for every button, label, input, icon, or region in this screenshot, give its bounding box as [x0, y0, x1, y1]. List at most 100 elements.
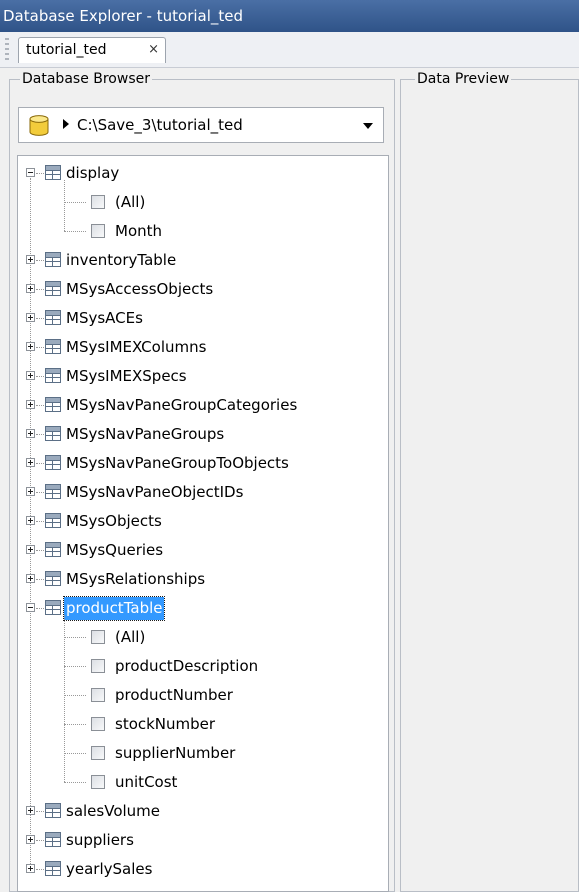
expand-icon[interactable] — [26, 545, 35, 554]
table-tree[interactable]: display (All) Month inventoryTable MSysAcces… — [17, 155, 389, 892]
tree-table-row[interactable]: inventoryTable — [18, 246, 388, 275]
tree-connector — [64, 695, 86, 696]
expand-icon[interactable] — [26, 487, 35, 496]
table-icon — [45, 310, 61, 325]
tree-field-row[interactable]: (All) — [18, 623, 388, 652]
table-name: display — [66, 164, 120, 182]
table-icon — [45, 513, 61, 528]
document-tab-bar: tutorial_ted × — [0, 32, 579, 68]
field-name: stockNumber — [115, 715, 216, 733]
field-checkbox[interactable] — [91, 775, 105, 789]
database-icon — [29, 115, 49, 136]
table-name: MSysIMEXColumns — [66, 338, 207, 356]
table-icon — [45, 571, 61, 586]
expand-icon[interactable] — [26, 400, 35, 409]
expand-icon[interactable] — [26, 313, 35, 322]
field-checkbox[interactable] — [91, 224, 105, 238]
table-name: MSysObjects — [66, 512, 162, 530]
table-icon — [45, 165, 61, 180]
expand-icon[interactable] — [26, 458, 35, 467]
tree-connector — [36, 260, 44, 261]
tree-table-row[interactable]: productTable — [18, 594, 388, 623]
tree-table-row[interactable]: MSysNavPaneObjectIDs — [18, 478, 388, 507]
tree-connector — [36, 840, 44, 841]
tree-field-row[interactable]: supplierNumber — [18, 739, 388, 768]
tree-connector — [36, 376, 44, 377]
table-icon — [45, 455, 61, 470]
tree-field-row[interactable]: (All) — [18, 188, 388, 217]
table-name: inventoryTable — [66, 251, 177, 269]
tree-connector — [64, 753, 86, 754]
tree-table-row[interactable]: MSysIMEXColumns — [18, 333, 388, 362]
field-checkbox[interactable] — [91, 746, 105, 760]
expand-icon[interactable] — [26, 516, 35, 525]
tree-connector — [36, 347, 44, 348]
data-source-select[interactable]: C:\Save_3\tutorial_ted — [18, 107, 384, 143]
tree-table-row[interactable]: MSysIMEXSpecs — [18, 362, 388, 391]
table-name: MSysIMEXSpecs — [66, 367, 187, 385]
tree-table-row[interactable]: MSysQueries — [18, 536, 388, 565]
table-name: MSysAccessObjects — [66, 280, 214, 298]
expand-icon[interactable] — [26, 835, 35, 844]
tree-connector — [36, 492, 44, 493]
expand-icon[interactable] — [26, 864, 35, 873]
expand-icon[interactable] — [26, 429, 35, 438]
table-icon — [45, 803, 61, 818]
tree-table-row[interactable]: salesVolume — [18, 797, 388, 826]
tree-connector — [64, 637, 86, 638]
field-checkbox[interactable] — [91, 659, 105, 673]
tree-connector — [36, 869, 44, 870]
tree-field-row[interactable]: stockNumber — [18, 710, 388, 739]
tree-connector — [36, 521, 44, 522]
tree-table-row[interactable]: yearlySales — [18, 855, 388, 884]
tree-connector — [64, 202, 86, 203]
tree-table-row[interactable]: display — [18, 159, 388, 188]
field-checkbox[interactable] — [91, 630, 105, 644]
table-icon — [45, 832, 61, 847]
field-checkbox[interactable] — [91, 688, 105, 702]
table-icon — [45, 861, 61, 876]
table-name: MSysNavPaneObjectIDs — [66, 483, 244, 501]
field-name: (All) — [115, 193, 146, 211]
tab-tutorial-ted[interactable]: tutorial_ted × — [18, 37, 166, 63]
tree-table-row[interactable]: MSysRelationships — [18, 565, 388, 594]
data-preview-title: Data Preview — [415, 70, 512, 88]
chevron-down-icon[interactable] — [363, 123, 373, 129]
collapse-icon[interactable] — [26, 168, 35, 177]
field-checkbox[interactable] — [91, 717, 105, 731]
tree-table-row[interactable]: suppliers — [18, 826, 388, 855]
field-name: unitCost — [115, 773, 178, 791]
data-preview-panel: Data Preview — [400, 70, 579, 892]
tree-table-row[interactable]: MSysAccessObjects — [18, 275, 388, 304]
tree-field-row[interactable]: productDescription — [18, 652, 388, 681]
expand-icon[interactable] — [26, 806, 35, 815]
table-icon — [45, 368, 61, 383]
collapse-icon[interactable] — [26, 603, 35, 612]
tree-table-row[interactable]: MSysNavPaneGroupCategories — [18, 391, 388, 420]
table-name: yearlySales — [66, 860, 153, 878]
expand-icon[interactable] — [26, 255, 35, 264]
tree-field-row[interactable]: unitCost — [18, 768, 388, 797]
field-name: productDescription — [115, 657, 259, 675]
expand-icon[interactable] — [26, 284, 35, 293]
tree-field-row[interactable]: productNumber — [18, 681, 388, 710]
breadcrumb-arrow-icon — [63, 119, 69, 129]
table-icon — [45, 397, 61, 412]
table-name: suppliers — [66, 831, 134, 849]
expand-icon[interactable] — [26, 574, 35, 583]
field-checkbox[interactable] — [91, 195, 105, 209]
tree-connector — [36, 318, 44, 319]
expand-icon[interactable] — [26, 371, 35, 380]
window-title: Database Explorer - tutorial_ted — [3, 7, 244, 25]
tree-field-row[interactable]: Month — [18, 217, 388, 246]
tree-table-row[interactable]: MSysNavPaneGroupToObjects — [18, 449, 388, 478]
tree-connector — [36, 463, 44, 464]
tree-table-row[interactable]: MSysObjects — [18, 507, 388, 536]
table-icon — [45, 339, 61, 354]
tree-table-row[interactable]: MSysNavPaneGroups — [18, 420, 388, 449]
tree-table-row[interactable]: MSysACEs — [18, 304, 388, 333]
table-name: MSysRelationships — [66, 570, 206, 588]
drag-grip-icon[interactable] — [5, 38, 9, 62]
expand-icon[interactable] — [26, 342, 35, 351]
close-icon[interactable]: × — [148, 38, 159, 62]
